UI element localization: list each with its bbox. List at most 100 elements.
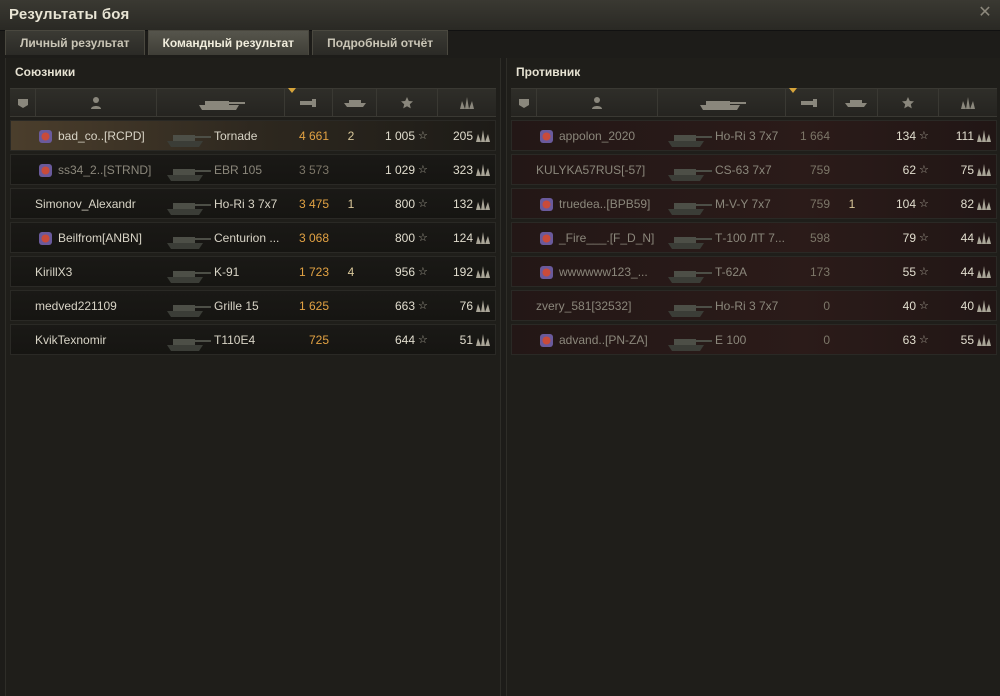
tank-icon	[167, 203, 211, 215]
player-icon[interactable]	[537, 89, 658, 116]
table-row[interactable]: KirillX3 K-91 1 723 4 956 ☆ 192	[10, 256, 496, 287]
allies-title: Союзники	[15, 65, 76, 79]
xp-value: 79	[902, 231, 916, 245]
vehicle-name: T-62A	[715, 265, 748, 279]
free-xp-icon[interactable]	[939, 89, 997, 116]
damage-value: 3 573	[298, 163, 329, 177]
xp-value: 1 005	[384, 129, 415, 143]
wings-icon	[977, 266, 991, 278]
xp-value: 956	[394, 265, 415, 279]
table-row[interactable]: zvery_581[32532] Ho-Ri 3 7x7 0 40 ☆ 40	[511, 290, 997, 321]
close-icon[interactable]: ✕	[976, 4, 994, 22]
tab-detailed-report[interactable]: Подробный отчёт	[312, 30, 449, 55]
clan-emblem-icon	[39, 164, 52, 177]
star-icon: ☆	[418, 300, 428, 312]
table-row[interactable]: _Fire___.[F_D_N] Т-100 ЛТ 7... 598 79 ☆ 44	[511, 222, 997, 253]
vehicle-name: EBR 105	[214, 163, 263, 177]
xp-star-icon[interactable]	[878, 89, 939, 116]
enemies-rows: appolon_2020 Ho-Ri 3 7x7 1 664 134 ☆ 111 KULYK…	[511, 120, 997, 358]
xp-value: 55	[902, 265, 916, 279]
kills-icon[interactable]	[834, 89, 878, 116]
star-icon: ☆	[418, 130, 428, 142]
damage-value: 725	[308, 333, 329, 347]
wings-icon	[977, 232, 991, 244]
star-icon: ☆	[919, 300, 929, 312]
player-name: appolon_2020	[559, 129, 636, 143]
vehicle-icon[interactable]	[658, 89, 786, 116]
table-row[interactable]: truedea..[BPB59] M-V-Y 7x7 759 1 104 ☆ 82	[511, 188, 997, 219]
vehicle-icon[interactable]	[157, 89, 285, 116]
allies-column-header	[10, 88, 496, 117]
player-name: Simonov_Alexandr	[35, 197, 136, 211]
damage-value: 0	[823, 333, 830, 347]
clan-emblem-icon	[540, 198, 553, 211]
free-xp-value: 323	[452, 163, 473, 177]
free-xp-icon[interactable]	[438, 89, 496, 116]
tab-team-result[interactable]: Командный результат	[147, 30, 310, 55]
clan-emblem-icon	[540, 232, 553, 245]
sort-arrow-icon	[288, 88, 296, 93]
table-row[interactable]: ss34_2..[STRND] EBR 105 3 573 1 029 ☆ 323	[10, 154, 496, 185]
window-title: Результаты боя	[9, 6, 130, 23]
wings-icon	[977, 198, 991, 210]
table-row[interactable]: bad_co..[RCPD] Tornade 4 661 2 1 005 ☆ 205	[10, 120, 496, 151]
free-xp-value: 44	[960, 265, 974, 279]
xp-value: 62	[902, 163, 916, 177]
table-row[interactable]: appolon_2020 Ho-Ri 3 7x7 1 664 134 ☆ 111	[511, 120, 997, 151]
player-icon[interactable]	[36, 89, 157, 116]
damage-value: 598	[809, 231, 830, 245]
damage-icon[interactable]	[285, 88, 333, 116]
table-row[interactable]: KvikTexnomir T110E4 725 644 ☆ 51	[10, 324, 496, 355]
vehicle-name: CS-63 7x7	[715, 163, 772, 177]
vehicle-name: Ho-Ri 3 7x7	[715, 299, 779, 313]
free-xp-value: 55	[960, 333, 974, 347]
kills-value: 2	[347, 129, 355, 143]
tank-icon	[167, 339, 211, 351]
free-xp-value: 124	[452, 231, 473, 245]
player-name: zvery_581[32532]	[536, 299, 632, 313]
player-name: Beilfrom[ANBN]	[58, 231, 143, 245]
wings-icon	[476, 300, 490, 312]
enemies-column-header	[511, 88, 997, 117]
xp-value: 800	[394, 231, 415, 245]
player-name: bad_co..[RCPD]	[58, 129, 145, 143]
tank-icon	[167, 169, 211, 181]
wings-icon	[476, 164, 490, 176]
table-row[interactable]: Simonov_Alexandr Ho-Ri 3 7x7 3 475 1 800 ☆ 132	[10, 188, 496, 219]
table-row[interactable]: wwwwww123_... T-62A 173 55 ☆ 44	[511, 256, 997, 287]
vehicle-name: T110E4	[214, 333, 256, 347]
damage-value: 1 664	[799, 129, 830, 143]
tab-personal-result[interactable]: Личный результат	[5, 30, 145, 55]
clan-emblem-icon	[39, 232, 52, 245]
player-name: wwwwww123_...	[559, 265, 648, 279]
squad-icon[interactable]	[511, 89, 537, 116]
table-row[interactable]: medved221109 Grille 15 1 625 663 ☆ 76	[10, 290, 496, 321]
table-row[interactable]: KULYKA57RUS[-57] CS-63 7x7 759 62 ☆ 75	[511, 154, 997, 185]
damage-value: 4 661	[298, 129, 329, 143]
damage-value: 0	[823, 299, 830, 313]
damage-icon[interactable]	[786, 88, 834, 116]
tank-icon	[167, 135, 211, 147]
vehicle-name: Centurion ...	[214, 231, 280, 245]
table-row[interactable]: Beilfrom[ANBN] Centurion ... 3 068 800 ☆ 124	[10, 222, 496, 253]
damage-value: 1 723	[298, 265, 329, 279]
tank-icon	[668, 305, 712, 317]
free-xp-value: 51	[459, 333, 473, 347]
kills-value: 1	[347, 197, 355, 211]
enemies-panel: Противник appolon_2020 Ho-Ri 3 7x7 1 664 13…	[506, 58, 1000, 696]
player-name: medved221109	[35, 299, 117, 313]
allies-rows: bad_co..[RCPD] Tornade 4 661 2 1 005 ☆ 205 ss34…	[10, 120, 496, 358]
sort-arrow-icon	[789, 88, 797, 93]
clan-emblem-icon	[540, 334, 553, 347]
free-xp-value: 111	[955, 129, 974, 143]
star-icon: ☆	[919, 334, 929, 346]
damage-value: 3 068	[298, 231, 329, 245]
xp-star-icon[interactable]	[377, 89, 438, 116]
tank-icon	[167, 237, 211, 249]
table-row[interactable]: advand..[PN-ZA] E 100 0 63 ☆ 55	[511, 324, 997, 355]
player-name: KvikTexnomir	[35, 333, 107, 347]
free-xp-value: 82	[960, 197, 974, 211]
player-name: advand..[PN-ZA]	[559, 333, 648, 347]
kills-icon[interactable]	[333, 89, 377, 116]
squad-icon[interactable]	[10, 89, 36, 116]
